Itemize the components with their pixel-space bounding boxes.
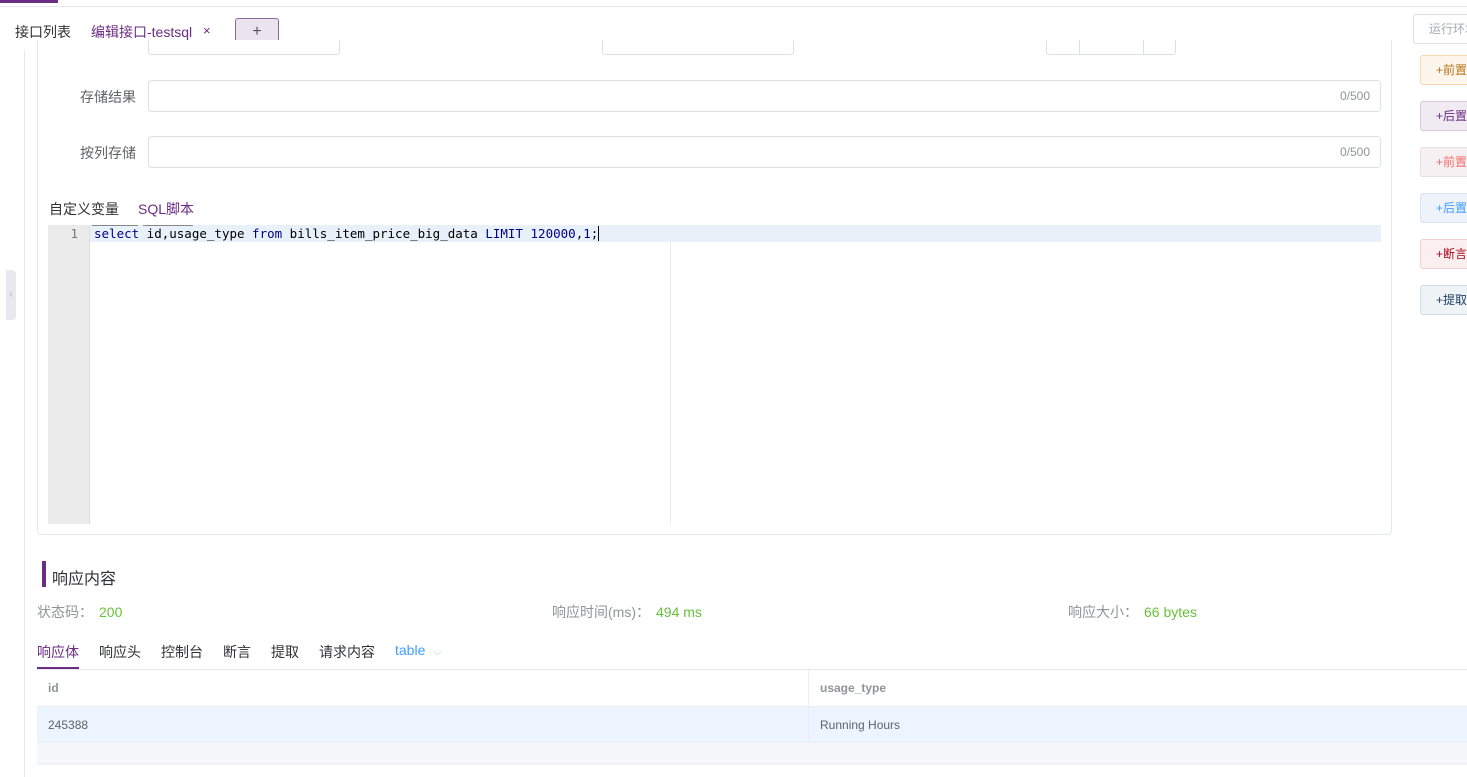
- store-result-label: 存储结果: [80, 89, 136, 105]
- response-title: 响应内容: [52, 571, 117, 588]
- chevron-left-icon: ‹: [9, 289, 13, 300]
- status-code: 状态码： 200: [37, 602, 122, 622]
- code-token: LIMIT: [485, 226, 523, 241]
- store-by-column-counter: 0/500: [1339, 145, 1370, 159]
- format-select-value: table: [395, 642, 426, 658]
- column-header-usage-type[interactable]: usage_type: [809, 670, 1467, 706]
- table-cell-id: 245388: [37, 707, 809, 742]
- format-select[interactable]: table ⌵: [395, 642, 442, 659]
- partial-input-middle[interactable]: [602, 40, 794, 55]
- chevron-down-icon: ⌵: [433, 646, 442, 658]
- status-code-label: 状态码：: [37, 604, 93, 620]
- collapse-sidebar-handle[interactable]: ‹: [6, 270, 16, 320]
- response-time-value: 494 ms: [656, 604, 702, 620]
- status-code-value: 200: [99, 604, 123, 620]
- side-action-button[interactable]: +断言: [1420, 239, 1467, 269]
- response-time: 响应时间(ms)： 494 ms: [552, 602, 702, 622]
- partial-stepper[interactable]: [1046, 40, 1176, 55]
- code-line-1[interactable]: select id,usage_type from bills_item_pri…: [94, 226, 600, 242]
- tab-response-headers[interactable]: 响应头: [99, 642, 141, 662]
- code-token: select: [94, 226, 140, 241]
- code-token: id,usage_type: [139, 226, 253, 241]
- tab-sql-script[interactable]: SQL脚本: [138, 199, 194, 219]
- side-action-button[interactable]: +前置脚本: [1420, 55, 1467, 85]
- left-border: [24, 51, 25, 777]
- code-token: from: [252, 226, 283, 241]
- response-size: 响应大小： 66 bytes: [1068, 602, 1197, 622]
- side-action-button[interactable]: +前置SQL: [1420, 147, 1467, 177]
- tab-console[interactable]: 控制台: [161, 642, 203, 662]
- partial-input-left[interactable]: [148, 40, 340, 55]
- run-environment-button[interactable]: 运行环境: [1413, 14, 1467, 44]
- table-bottom-border: [37, 763, 1467, 764]
- response-time-label: 响应时间(ms)：: [552, 604, 650, 620]
- top-accent-bar: [0, 0, 58, 3]
- print-margin: [670, 242, 671, 524]
- editor-gutter: 1: [48, 225, 90, 524]
- tab-assertions[interactable]: 断言: [223, 642, 251, 662]
- table-header-row: id usage_type: [37, 670, 1467, 707]
- tab-request-content[interactable]: 请求内容: [319, 642, 375, 662]
- side-action-button[interactable]: +后置SQL: [1420, 193, 1467, 223]
- store-by-column-input[interactable]: 0/500: [148, 136, 1381, 168]
- side-action-button[interactable]: +后置脚本: [1420, 101, 1467, 131]
- line-number: 1: [70, 226, 78, 241]
- table-row[interactable]: 245388 Running Hours: [37, 707, 1467, 743]
- side-action-button[interactable]: +提取: [1420, 285, 1467, 315]
- table-cell-usage-type: Running Hours: [820, 717, 901, 732]
- response-title-bar: [42, 561, 46, 587]
- code-token: bills_item_price_big_data: [282, 226, 486, 241]
- column-header-id[interactable]: id: [37, 670, 809, 706]
- store-by-column-label: 按列存储: [80, 145, 136, 161]
- response-size-value: 66 bytes: [1144, 604, 1197, 620]
- response-size-label: 响应大小：: [1068, 604, 1138, 620]
- response-table: id usage_type 245388 Running Hours: [37, 670, 1467, 765]
- sql-editor[interactable]: 1 select id,usage_type from bills_item_p…: [48, 225, 1381, 524]
- text-cursor: [598, 226, 600, 241]
- store-result-counter: 0/500: [1339, 89, 1370, 103]
- code-token: 120000: [530, 226, 576, 241]
- code-token: 1: [583, 226, 591, 241]
- store-result-input[interactable]: 0/500: [148, 80, 1381, 112]
- tab-custom-variables[interactable]: 自定义变量: [49, 199, 119, 219]
- table-empty-row: [37, 743, 1467, 765]
- tab-response-body[interactable]: 响应体: [37, 642, 79, 662]
- code-token: ;: [590, 226, 599, 241]
- tab-extract[interactable]: 提取: [271, 642, 299, 662]
